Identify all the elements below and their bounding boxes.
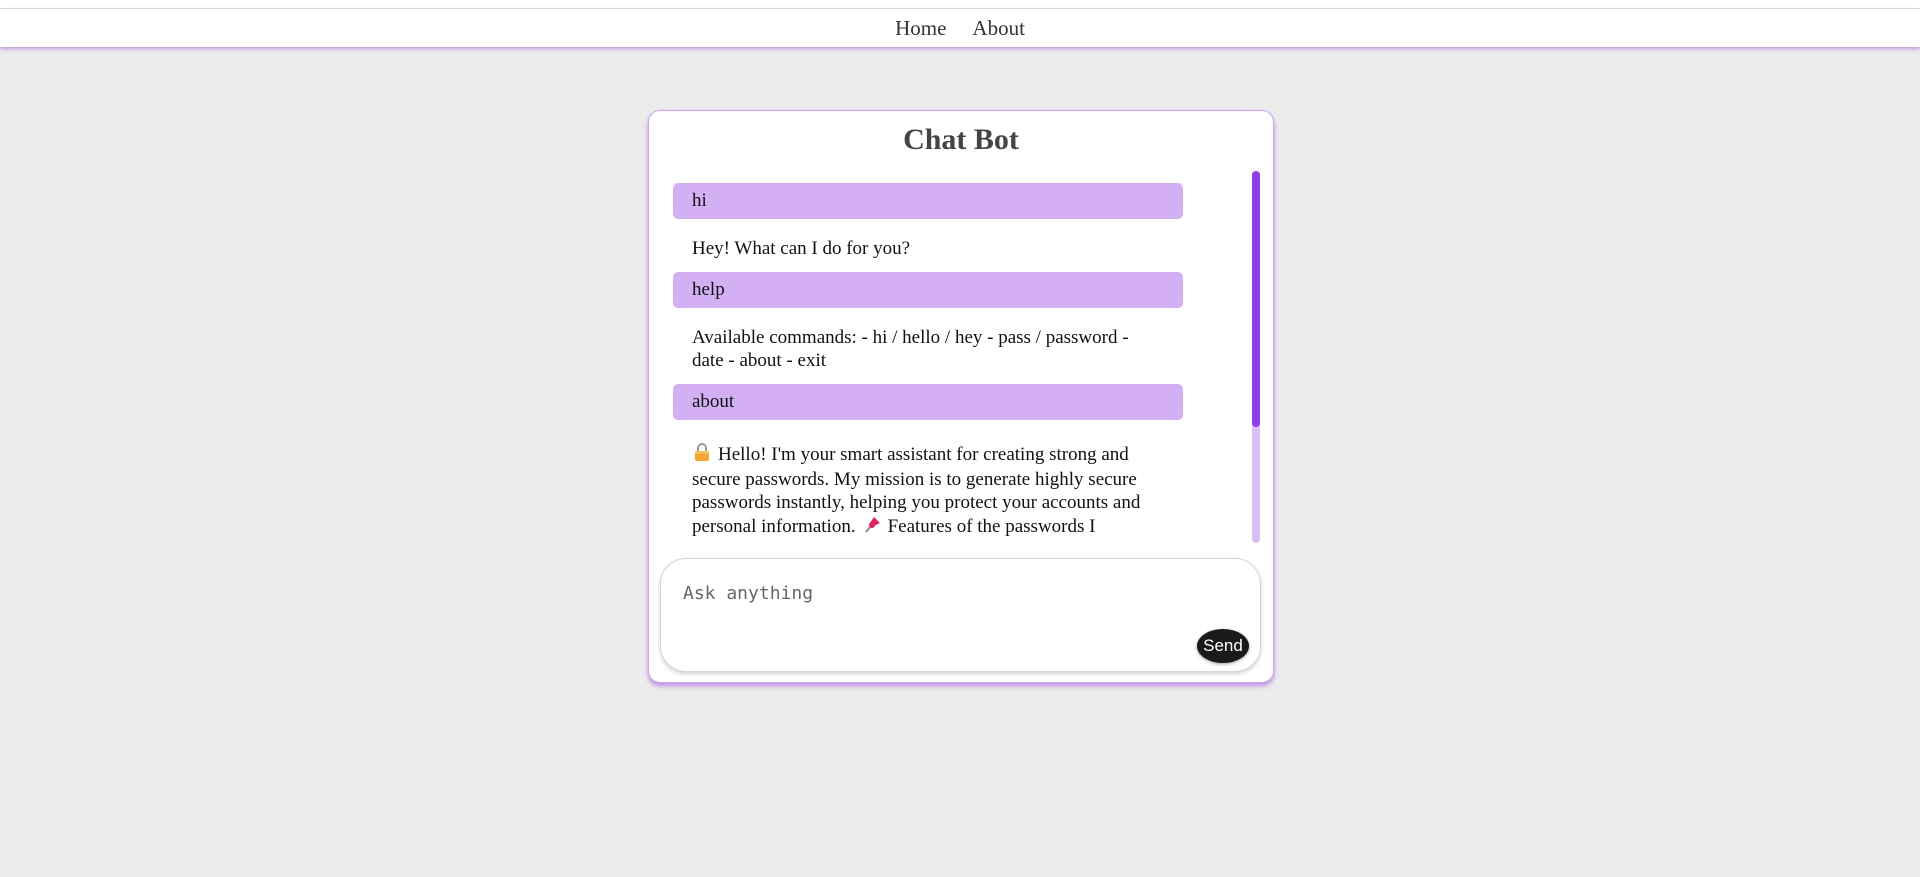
lock-icon	[692, 442, 712, 468]
send-button[interactable]: Send	[1197, 629, 1249, 663]
browser-top-strip	[0, 0, 1920, 9]
nav-link-home[interactable]: Home	[895, 16, 946, 41]
chat-input-box: Send	[660, 558, 1261, 672]
chat-input[interactable]	[681, 577, 1205, 609]
pushpin-icon	[862, 514, 882, 540]
navbar: Home About	[0, 9, 1920, 47]
bot-message: Hey! What can I do for you?	[692, 238, 911, 259]
bot-message: Available commands: - hi / hello / hey -…	[692, 327, 1129, 371]
user-message: help	[673, 272, 1183, 308]
bot-message: Hello! I'm your smart assistant for crea…	[673, 432, 1183, 540]
user-message: hi	[673, 183, 1183, 219]
bot-message-text-continued: Features of the passwords I	[887, 516, 1096, 537]
chat-title: Chat Bot	[903, 123, 1019, 156]
chat-card: Chat Bot hi Hey! What can I do for you? …	[648, 110, 1274, 683]
scrollbar-thumb[interactable]	[1252, 171, 1260, 427]
nav-link-about[interactable]: About	[972, 16, 1025, 41]
message-list[interactable]: hi Hey! What can I do for you? help Avai…	[673, 183, 1183, 558]
message-scrollbar[interactable]	[1252, 171, 1260, 543]
user-message: about	[673, 384, 1183, 420]
